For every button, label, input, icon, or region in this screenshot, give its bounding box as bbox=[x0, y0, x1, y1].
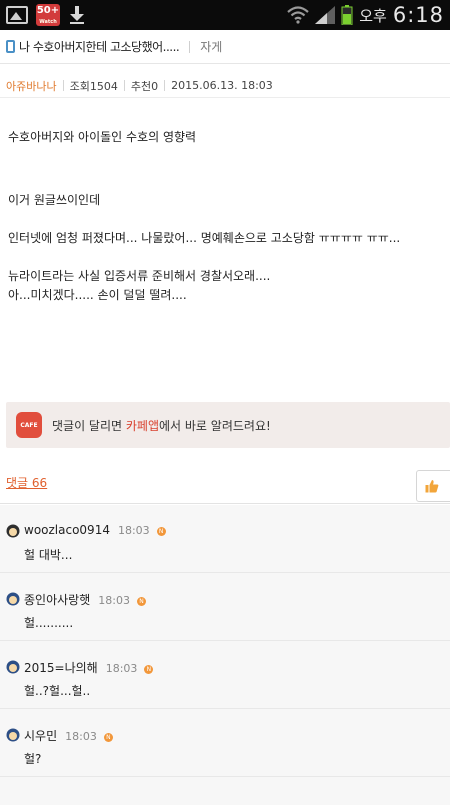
comment-text: 헐 대박... bbox=[24, 548, 73, 562]
divider bbox=[164, 80, 166, 91]
notification-count-badge: 50+ Watch bbox=[36, 4, 60, 26]
download-icon bbox=[70, 6, 84, 24]
comment-item: 2015=나의해 18:03 N 헐..?헐...헐.. bbox=[0, 641, 450, 709]
comment-time: 18:03 bbox=[98, 594, 130, 607]
post-paragraph: 인터넷에 엄청 퍼졌다며... 나물랐어... 명예훼손으로 고소당함 ㅠㅠㅠㅠ… bbox=[8, 231, 401, 245]
view-count: 조회1504 bbox=[69, 79, 118, 93]
notification-count: 50+ bbox=[36, 5, 60, 16]
post-body: 수호아버지와 아이돌인 수호의 영향력 이거 원글쓰이인데 인터넷에 엄청 퍼졌… bbox=[8, 128, 438, 305]
cafe-notice-text: 댓글이 달리면 카페앱에서 바로 알려드려요! bbox=[52, 417, 271, 434]
board-link[interactable]: 자게 bbox=[200, 38, 222, 55]
post-meta: 아쥬바나나 조회1504 추천0 2015.06.13. 18:03 bbox=[0, 74, 450, 98]
comment-count-link[interactable]: 댓글 66 bbox=[6, 474, 47, 491]
gallery-notification-icon bbox=[6, 6, 28, 24]
notice-text-part: 댓글이 달리면 bbox=[52, 418, 126, 433]
notification-badge-caption: Watch bbox=[39, 19, 57, 25]
comment-text: 헐.......... bbox=[24, 616, 74, 630]
new-badge: N bbox=[136, 597, 146, 606]
post-title: 나 수호아버지한테 고소당했어..... bbox=[19, 40, 180, 54]
comments-header: 댓글 66 bbox=[0, 470, 450, 504]
post-paragraph: 이거 원글쓰이인데 bbox=[8, 193, 101, 207]
divider bbox=[62, 80, 64, 91]
comment-text: 헐..?헐...헐.. bbox=[24, 684, 91, 698]
comment-item: 종인아사랑햇 18:03 N 헐.......... bbox=[0, 573, 450, 641]
wifi-icon bbox=[287, 6, 309, 24]
comment-author[interactable]: 2015=나의해 bbox=[24, 661, 98, 675]
new-badge: N bbox=[103, 733, 113, 742]
user-avatar-icon bbox=[6, 524, 20, 538]
comment-author[interactable]: woozlaco0914 bbox=[24, 523, 110, 537]
user-avatar-icon bbox=[6, 660, 20, 674]
new-badge: N bbox=[144, 665, 154, 674]
comment-item: woozlaco0914 18:03 N 헐 대박... bbox=[0, 505, 450, 573]
notice-highlight: 카페앱 bbox=[125, 418, 159, 433]
post-paragraph: 아...미치겠다..... 손이 덜덜 떨려.... bbox=[8, 288, 187, 302]
comment-text: 헐? bbox=[24, 752, 42, 766]
post-paragraph: 뉴라이트라는 사실 입증서류 준비해서 경찰서오래.... bbox=[8, 269, 271, 283]
cafe-app-notice[interactable]: CAFE 댓글이 달리면 카페앱에서 바로 알려드려요! bbox=[6, 402, 450, 448]
clock: 6:18 bbox=[392, 3, 444, 27]
comment-time: 18:03 bbox=[105, 662, 138, 675]
comment-time: 18:03 bbox=[117, 524, 150, 537]
thumbs-up-icon bbox=[425, 480, 439, 493]
recommend-count: 추천0 bbox=[130, 79, 159, 93]
comment-author[interactable]: 종인아사랑햇 bbox=[24, 593, 90, 607]
signal-icon bbox=[315, 6, 336, 24]
post-datetime: 2015.06.13. 18:03 bbox=[171, 79, 273, 92]
mobile-icon bbox=[6, 40, 15, 53]
status-bar: 50+ Watch 오후 6:18 bbox=[0, 0, 450, 30]
comment-author[interactable]: 시우민 bbox=[24, 729, 57, 743]
post-title-bar: 나 수호아버지한테 고소당했어..... 자게 bbox=[0, 30, 450, 64]
comment-item: 시우민 18:03 N 헐? bbox=[0, 709, 450, 777]
notice-text-part: 에서 바로 알려드려요! bbox=[159, 418, 271, 433]
post-author[interactable]: 아쥬바나나 bbox=[6, 78, 57, 94]
battery-icon bbox=[341, 5, 353, 25]
like-button[interactable] bbox=[416, 470, 450, 502]
divider bbox=[189, 40, 191, 53]
time-period: 오후 bbox=[359, 6, 387, 25]
new-badge: N bbox=[156, 527, 166, 536]
post-paragraph: 수호아버지와 아이돌인 수호의 영향력 bbox=[8, 130, 197, 144]
comment-list: woozlaco0914 18:03 N 헐 대박... 종인아사랑햇 18:03 N … bbox=[0, 505, 450, 805]
user-avatar-icon bbox=[6, 592, 20, 606]
comment-time: 18:03 bbox=[65, 730, 97, 743]
user-avatar-icon bbox=[6, 728, 20, 742]
cafe-app-icon: CAFE bbox=[16, 412, 42, 438]
divider bbox=[123, 80, 125, 91]
